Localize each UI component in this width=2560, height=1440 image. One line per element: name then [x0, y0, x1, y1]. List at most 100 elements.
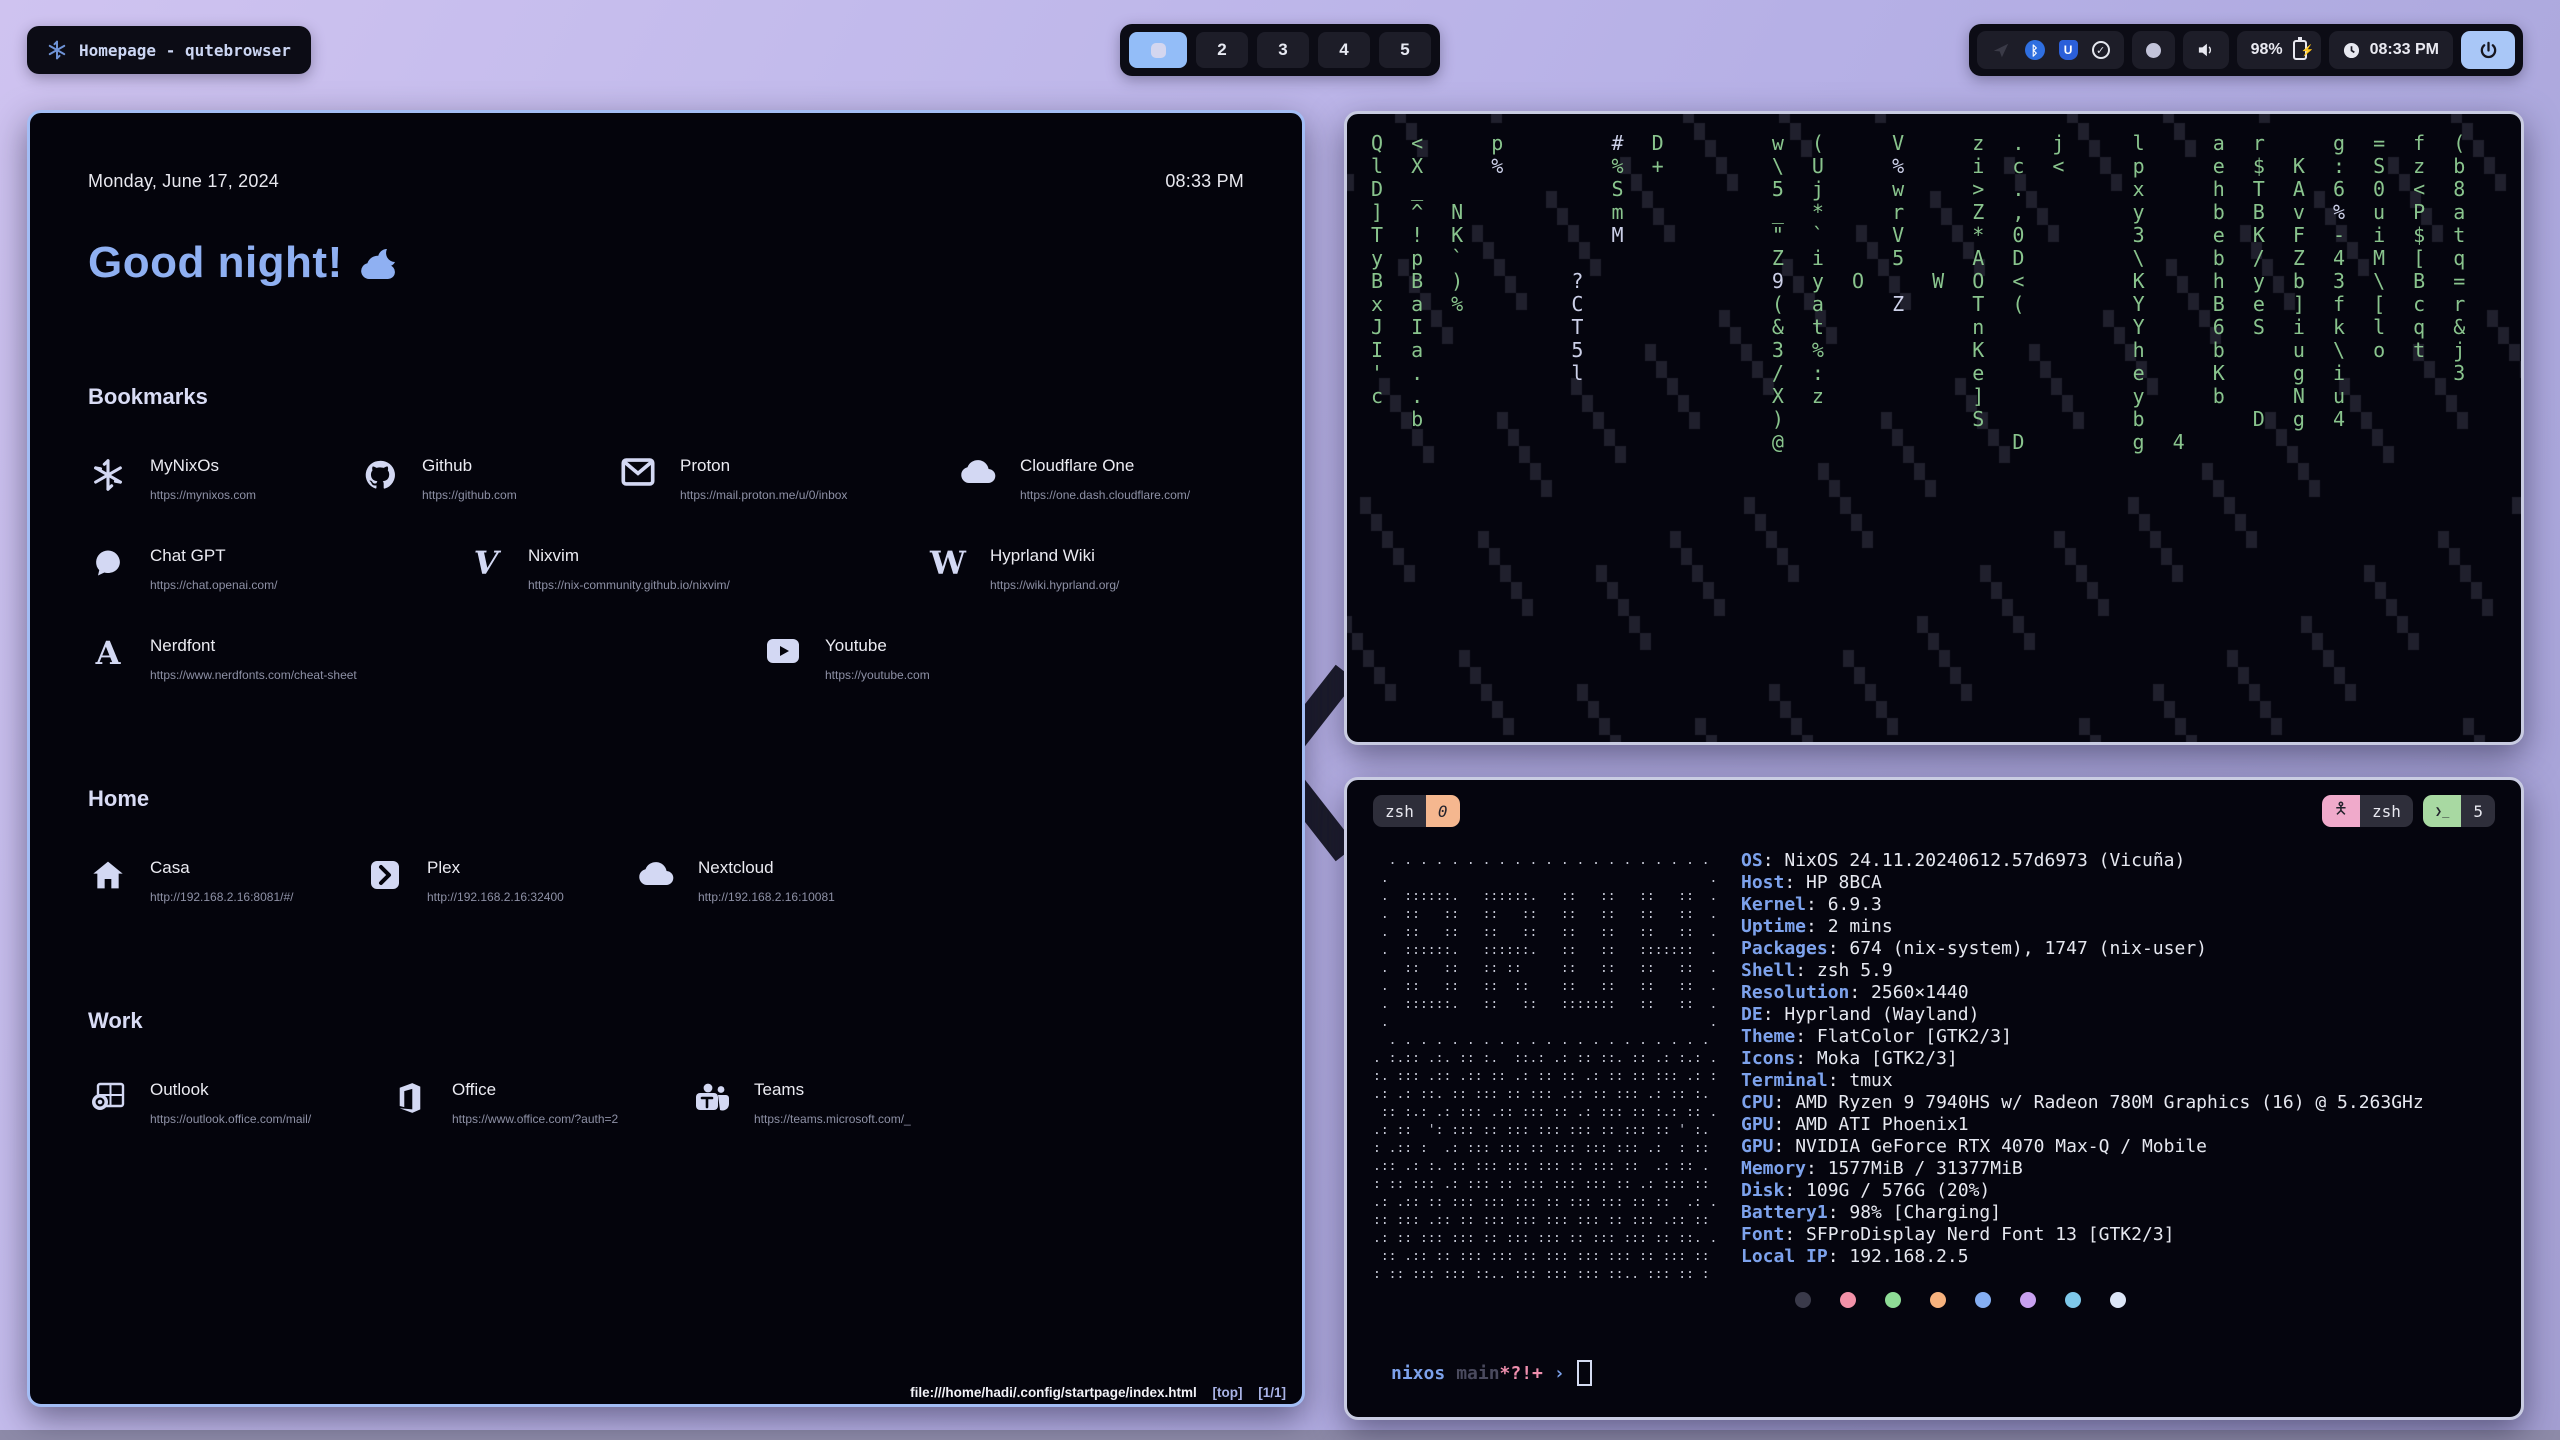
outlook-icon — [88, 1082, 128, 1112]
bookmark-item-chat-gpt[interactable]: Chat GPT https://chat.openai.com/ — [88, 546, 466, 592]
bookmark-url: https://one.dash.cloudflare.com/ — [1020, 488, 1190, 502]
bookmark-url: http://192.168.2.16:10081 — [698, 890, 835, 904]
workspace-button-2[interactable]: 2 — [1196, 32, 1248, 68]
bookmark-item-github[interactable]: Github https://github.com — [360, 456, 618, 502]
statusbar-url: file:///home/hadi/.config/startpage/inde… — [910, 1385, 1197, 1400]
fastfetch-info-line: Theme: FlatColor [GTK2/3] — [1741, 1026, 2424, 1048]
fastfetch-terminal-window[interactable]: zsh 0 🯅 zsh ❯_ 5 . . . . . . . . . . . .… — [1344, 777, 2524, 1420]
indicator-dot-button[interactable] — [2132, 31, 2175, 69]
statusbar-scroll-pos: [top] — [1212, 1385, 1242, 1400]
bookmark-url: http://192.168.2.16:32400 — [427, 890, 564, 904]
fastfetch-info-line: Host: HP 8BCA — [1741, 872, 2424, 894]
bookmark-item-hyprland-wiki[interactable]: W Hyprland Wiki https://wiki.hyprland.or… — [928, 546, 1244, 592]
palette-dot — [1975, 1292, 1991, 1308]
check-circle-icon[interactable]: ✓ — [2092, 41, 2110, 59]
bookmark-item-cloudflare-one[interactable]: Cloudflare One https://one.dash.cloudfla… — [958, 456, 1244, 502]
bookmark-item-teams[interactable]: Teams https://teams.microsoft.com/_ — [692, 1080, 1244, 1126]
palette-dot — [2065, 1292, 2081, 1308]
palette-dot — [2110, 1292, 2126, 1308]
user-icon: 🯅 — [2322, 795, 2360, 827]
clock-time: 08:33 PM — [2370, 41, 2439, 59]
active-window-title[interactable]: Homepage - qutebrowser — [27, 26, 311, 74]
prompt-git-branch: main — [1456, 1363, 1499, 1384]
tmux-session-badge[interactable]: 🯅 zsh — [2322, 795, 2413, 827]
tmux-window-name: zsh — [1373, 795, 1426, 827]
workspace-switcher: 2345 — [1120, 24, 1440, 76]
qutebrowser-window[interactable]: Monday, June 17, 2024 08:33 PM Good nigh… — [27, 110, 1305, 1407]
fastfetch-info-line: Uptime: 2 mins — [1741, 916, 2424, 938]
fastfetch-info-line: Font: SFProDisplay Nerd Font 13 [GTK2/3] — [1741, 1224, 2424, 1246]
power-button[interactable] — [2461, 31, 2515, 69]
bookmark-url: https://chat.openai.com/ — [150, 578, 277, 592]
active-workspace-icon — [1151, 43, 1166, 58]
browser-statusbar: file:///home/hadi/.config/startpage/inde… — [910, 1385, 1286, 1400]
bookmark-title: Outlook — [150, 1080, 311, 1100]
workspace-button-1[interactable] — [1129, 32, 1187, 68]
bookmark-item-youtube[interactable]: Youtube https://youtube.com — [763, 636, 1244, 682]
battery-indicator[interactable]: 98% — [2237, 31, 2321, 69]
clock-indicator[interactable]: 08:33 PM — [2329, 31, 2453, 69]
bookmark-item-office[interactable]: Office https://www.office.com/?auth=2 — [390, 1080, 692, 1126]
wallpaper-bottom-edge — [0, 1430, 2560, 1440]
dot-icon — [2146, 43, 2161, 58]
tmux-window-index: 0 — [1426, 795, 1460, 827]
greeting-text: Good night! — [88, 238, 343, 288]
fastfetch-info-list: OS: NixOS 24.11.20240612.57d6973 (Vicuña… — [1741, 850, 2424, 1268]
bookmark-url: https://youtube.com — [825, 668, 930, 682]
letter-v-icon: V — [466, 548, 506, 578]
fastfetch-info-line: Resolution: 2560×1440 — [1741, 982, 2424, 1004]
fastfetch-info-line: OS: NixOS 24.11.20240612.57d6973 (Vicuña… — [1741, 850, 2424, 872]
shield-icon[interactable]: U — [2059, 40, 2078, 60]
window-title-text: Homepage - qutebrowser — [79, 41, 291, 60]
bookmark-item-nerdfont[interactable]: A Nerdfont https://www.nerdfonts.com/che… — [88, 636, 763, 682]
cloud-icon — [636, 860, 676, 886]
prompt-icon: ❯_ — [2423, 795, 2461, 827]
bookmark-title: Casa — [150, 858, 293, 878]
prompt-arrow: › — [1554, 1363, 1565, 1384]
speaker-icon — [2197, 42, 2215, 58]
bookmark-title: Cloudflare One — [1020, 456, 1190, 476]
fastfetch-info-line: Memory: 1577MiB / 31377MiB — [1741, 1158, 2424, 1180]
bookmark-item-plex[interactable]: Plex http://192.168.2.16:32400 — [365, 858, 636, 904]
volume-button[interactable] — [2183, 31, 2229, 69]
bookmark-title: Youtube — [825, 636, 930, 656]
bookmark-url: https://mail.proton.me/u/0/inbox — [680, 488, 847, 502]
statusbar-tab-index: [1/1] — [1258, 1385, 1286, 1400]
section-heading-bookmarks: Bookmarks — [88, 384, 1244, 410]
fastfetch-ascii-art: . . . . . . . . . . . . . . . . . . . . … — [1373, 852, 1717, 1284]
clock-icon — [2343, 42, 2360, 59]
fastfetch-info-line: Local IP: 192.168.2.5 — [1741, 1246, 2424, 1268]
bookmark-title: Hyprland Wiki — [990, 546, 1119, 566]
matrix-terminal-window[interactable]: Q < p # D w ( V z . j l a r g = f ( l X … — [1344, 111, 2524, 745]
tmux-count-badge[interactable]: ❯_ 5 — [2423, 795, 2495, 827]
bookmark-item-casa[interactable]: Casa http://192.168.2.16:8081/#/ — [88, 858, 365, 904]
fastfetch-info-line: Icons: Moka [GTK2/3] — [1741, 1048, 2424, 1070]
fastfetch-info-line: Terminal: tmux — [1741, 1070, 2424, 1092]
fastfetch-info-line: Battery1: 98% [Charging] — [1741, 1202, 2424, 1224]
bookmark-title: Nerdfont — [150, 636, 357, 656]
bookmark-item-outlook[interactable]: Outlook https://outlook.office.com/mail/ — [88, 1080, 390, 1126]
workspace-button-4[interactable]: 4 — [1318, 32, 1370, 68]
bluetooth-icon[interactable]: ᛒ — [2025, 40, 2045, 60]
fastfetch-info-line: GPU: NVIDIA GeForce RTX 4070 Max-Q / Mob… — [1741, 1136, 2424, 1158]
bookmark-url: https://mynixos.com — [150, 488, 256, 502]
chat-icon — [88, 548, 128, 578]
tmux-statusbar: zsh 0 🯅 zsh ❯_ 5 — [1347, 794, 2521, 828]
fastfetch-info-line: Disk: 109G / 576G (20%) — [1741, 1180, 2424, 1202]
section-heading-work: Work — [88, 1008, 1244, 1034]
bookmark-item-proton[interactable]: Proton https://mail.proton.me/u/0/inbox — [618, 456, 958, 502]
tmux-window-badge[interactable]: zsh 0 — [1373, 795, 1460, 827]
bookmark-item-mynixos[interactable]: MyNixOs https://mynixos.com — [88, 456, 360, 502]
bookmark-url: http://192.168.2.16:8081/#/ — [150, 890, 293, 904]
workspace-button-5[interactable]: 5 — [1379, 32, 1431, 68]
shell-prompt[interactable]: nixos main *?!+ › — [1391, 1360, 1592, 1386]
bookmark-url: https://github.com — [422, 488, 517, 502]
system-tray-pill: ᛒ U ✓ 98% 08:33 PM — [1969, 24, 2523, 76]
send-icon[interactable] — [1991, 40, 2011, 60]
bookmark-item-nextcloud[interactable]: Nextcloud http://192.168.2.16:10081 — [636, 858, 1244, 904]
bookmark-url: https://www.nerdfonts.com/cheat-sheet — [150, 668, 357, 682]
bookmark-item-nixvim[interactable]: V Nixvim https://nix-community.github.io… — [466, 546, 928, 592]
bookmark-title: Teams — [754, 1080, 911, 1100]
workspace-button-3[interactable]: 3 — [1257, 32, 1309, 68]
nixos-snowflake-icon — [47, 40, 67, 60]
